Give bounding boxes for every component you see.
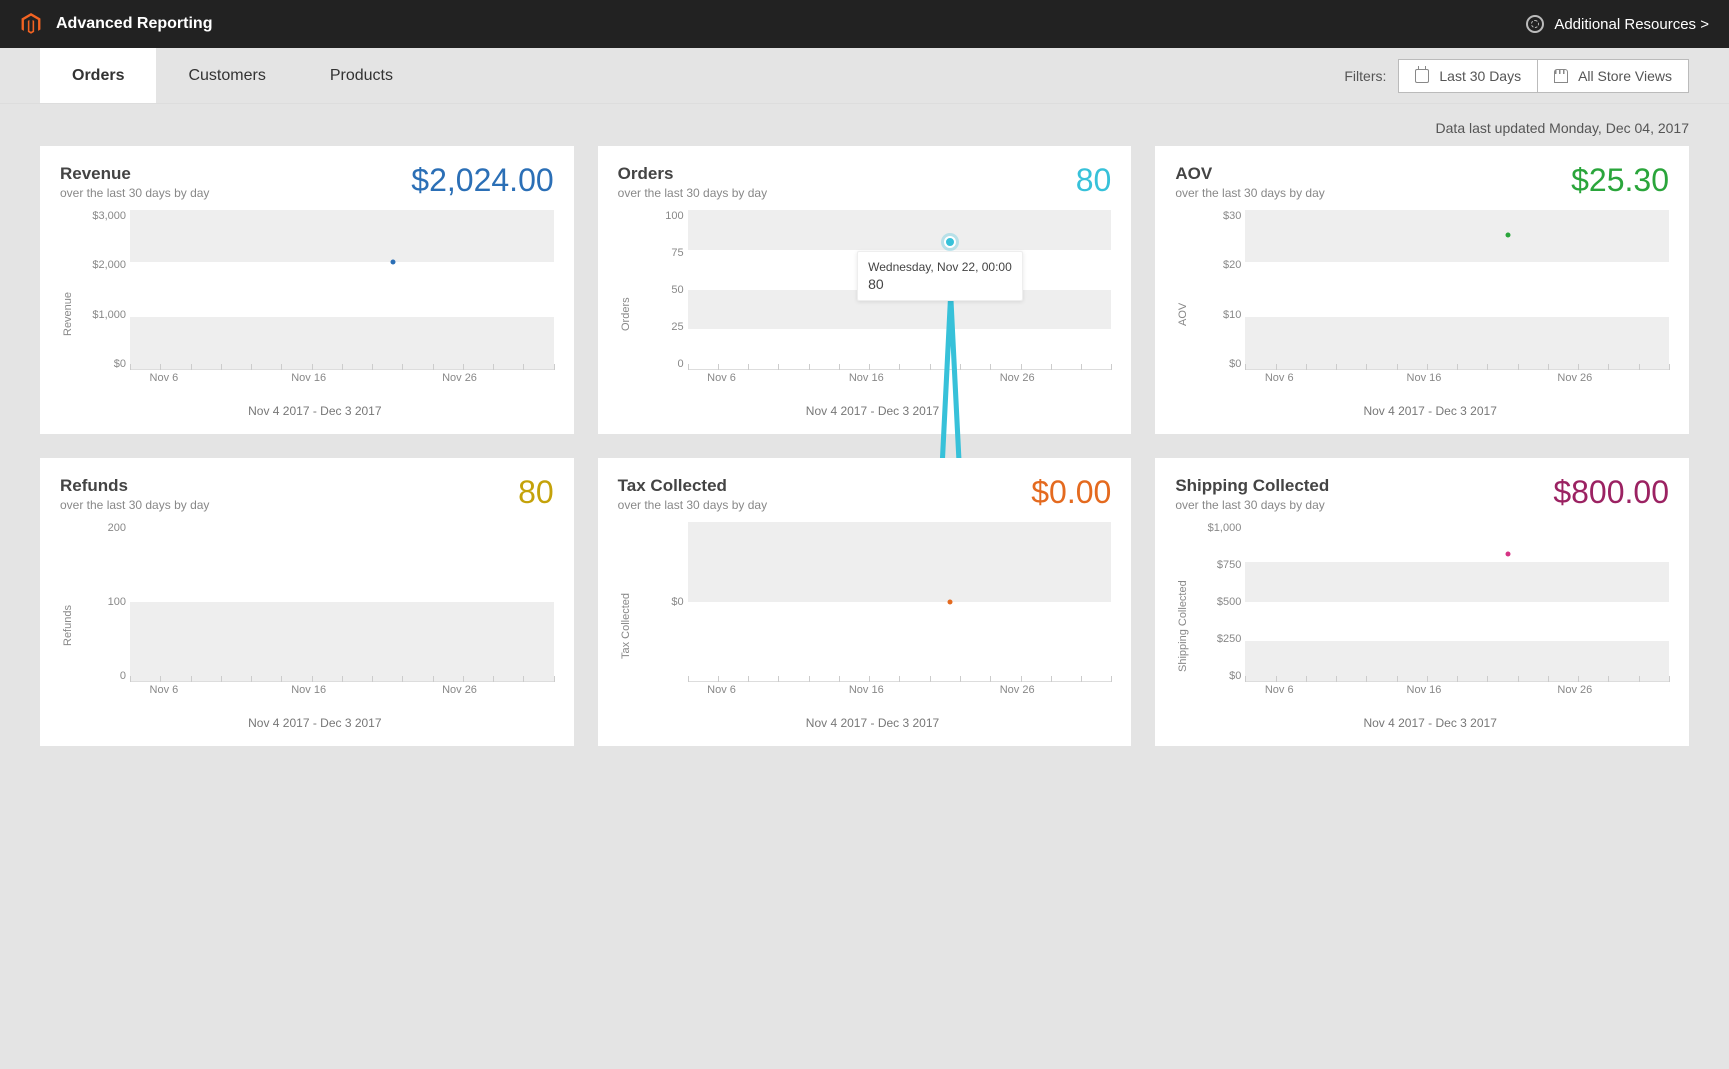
filters-label: Filters:: [1344, 68, 1386, 84]
card-orders-subtitle: over the last 30 days by day: [618, 186, 767, 200]
card-refunds-value: 80: [518, 476, 554, 508]
additional-resources-link[interactable]: Additional Resources >: [1526, 15, 1709, 33]
last-updated-text: Data last updated Monday, Dec 04, 2017: [0, 104, 1729, 146]
card-revenue-subtitle: over the last 30 days by day: [60, 186, 209, 200]
revenue-y-ticks: $3,000 $2,000 $1,000 $0: [82, 210, 126, 370]
revenue-chart[interactable]: $3,000 $2,000 $1,000 $0 Nov 6 Nov 16: [76, 210, 554, 418]
revenue-tickbar: [130, 364, 554, 370]
app-title: Advanced Reporting: [56, 15, 212, 33]
orders-y-ticks: 100 75 50 25 0: [640, 210, 684, 370]
shipping-chart-footer: Nov 4 2017 - Dec 3 2017: [1191, 716, 1669, 730]
tax-chart[interactable]: $0 Nov 6 Nov 16 Nov 26 Nov 4 2017 - Dec …: [634, 522, 1112, 730]
tabbar: Orders Customers Products Filters: Last …: [0, 48, 1729, 104]
shipping-y-ticks: $1,000 $750 $500 $250 $0: [1197, 522, 1241, 682]
orders-y-axis-label: Orders: [618, 210, 634, 418]
refunds-tickbar: [130, 676, 554, 682]
orders-tooltip-value: 80: [868, 276, 1012, 292]
tab-products[interactable]: Products: [298, 48, 425, 103]
card-orders: Orders over the last 30 days by day 80 O…: [598, 146, 1132, 434]
revenue-chart-footer: Nov 4 2017 - Dec 3 2017: [76, 404, 554, 418]
date-filter-label: Last 30 Days: [1439, 68, 1521, 84]
tax-x-ticks: Nov 6 Nov 16 Nov 26: [688, 684, 1112, 702]
aov-tickbar: [1245, 364, 1669, 370]
card-shipping-subtitle: over the last 30 days by day: [1175, 498, 1329, 512]
tab-customers[interactable]: Customers: [156, 48, 297, 103]
card-revenue-title: Revenue: [60, 164, 209, 184]
card-aov-value: $25.30: [1571, 164, 1669, 196]
store-icon: [1554, 69, 1568, 83]
date-filter-button[interactable]: Last 30 Days: [1398, 59, 1538, 93]
aov-chart[interactable]: $30 $20 $10 $0 Nov 6 Nov 16 Nov 26: [1191, 210, 1669, 418]
orders-plot-area: Wednesday, Nov 22, 00:00 80: [688, 210, 1112, 370]
orders-highlight-marker-icon: [941, 233, 959, 251]
refunds-chart[interactable]: 200 100 0 Nov 6 Nov 16 Nov 26 Nov 4 2017…: [76, 522, 554, 730]
card-refunds: Refunds over the last 30 days by day 80 …: [40, 458, 574, 746]
calendar-icon: [1415, 69, 1429, 83]
card-tax-subtitle: over the last 30 days by day: [618, 498, 767, 512]
cards-grid: Revenue over the last 30 days by day $2,…: [0, 146, 1729, 786]
card-aov-subtitle: over the last 30 days by day: [1175, 186, 1324, 200]
tabs: Orders Customers Products: [40, 48, 425, 103]
orders-tooltip-date: Wednesday, Nov 22, 00:00: [868, 260, 1012, 274]
revenue-y-axis-label: Revenue: [60, 210, 76, 418]
card-shipping-value: $800.00: [1553, 476, 1669, 508]
orders-tooltip: Wednesday, Nov 22, 00:00 80: [857, 251, 1023, 301]
store-filter-label: All Store Views: [1578, 68, 1672, 84]
magento-logo-icon: [20, 13, 42, 35]
revenue-plot-area: [130, 210, 554, 370]
card-revenue-value: $2,024.00: [411, 164, 553, 196]
revenue-x-ticks: Nov 6 Nov 16 Nov 26: [130, 372, 554, 390]
refunds-chart-footer: Nov 4 2017 - Dec 3 2017: [76, 716, 554, 730]
topbar: Advanced Reporting Additional Resources …: [0, 0, 1729, 48]
refunds-plot-area: [130, 522, 554, 682]
shipping-plot-area: [1245, 522, 1669, 682]
card-refunds-subtitle: over the last 30 days by day: [60, 498, 209, 512]
filters: Filters: Last 30 Days All Store Views: [1344, 59, 1689, 93]
orders-chart[interactable]: 100 75 50 25 0 Wednesda: [634, 210, 1112, 418]
shipping-y-axis-label: Shipping Collected: [1175, 522, 1191, 730]
tax-chart-footer: Nov 4 2017 - Dec 3 2017: [634, 716, 1112, 730]
aov-y-axis-label: AOV: [1175, 210, 1191, 418]
card-orders-title: Orders: [618, 164, 767, 184]
tax-y-axis-label: Tax Collected: [618, 522, 634, 730]
aov-plot-area: [1245, 210, 1669, 370]
shipping-tickbar: [1245, 676, 1669, 682]
orders-x-ticks: Nov 6 Nov 16 Nov 26: [688, 372, 1112, 390]
card-tax: Tax Collected over the last 30 days by d…: [598, 458, 1132, 746]
shipping-x-ticks: Nov 6 Nov 16 Nov 26: [1245, 684, 1669, 702]
aov-chart-footer: Nov 4 2017 - Dec 3 2017: [1191, 404, 1669, 418]
store-filter-button[interactable]: All Store Views: [1538, 59, 1689, 93]
card-tax-title: Tax Collected: [618, 476, 767, 496]
refunds-x-ticks: Nov 6 Nov 16 Nov 26: [130, 684, 554, 702]
aov-y-ticks: $30 $20 $10 $0: [1197, 210, 1241, 370]
card-orders-value: 80: [1076, 164, 1112, 196]
tax-tickbar: [688, 676, 1112, 682]
shipping-chart[interactable]: $1,000 $750 $500 $250 $0 Nov 6 Nov: [1191, 522, 1669, 730]
tab-orders[interactable]: Orders: [40, 48, 156, 103]
orders-tickbar: [688, 364, 1112, 370]
shipping-data-point: [1506, 551, 1511, 556]
card-revenue: Revenue over the last 30 days by day $2,…: [40, 146, 574, 434]
additional-resources-label: Additional Resources >: [1554, 16, 1709, 33]
revenue-data-point: [390, 260, 395, 265]
card-aov: AOV over the last 30 days by day $25.30 …: [1155, 146, 1689, 434]
tax-data-point: [948, 599, 953, 604]
card-tax-value: $0.00: [1031, 476, 1111, 508]
card-refunds-title: Refunds: [60, 476, 209, 496]
refunds-y-axis-label: Refunds: [60, 522, 76, 730]
aov-data-point: [1506, 233, 1511, 238]
tax-plot-area: [688, 522, 1112, 682]
aov-x-ticks: Nov 6 Nov 16 Nov 26: [1245, 372, 1669, 390]
tax-y-ticks: $0: [640, 522, 684, 682]
refunds-y-ticks: 200 100 0: [82, 522, 126, 682]
card-aov-title: AOV: [1175, 164, 1324, 184]
globe-icon: [1526, 15, 1544, 33]
card-shipping: Shipping Collected over the last 30 days…: [1155, 458, 1689, 746]
card-shipping-title: Shipping Collected: [1175, 476, 1329, 496]
topbar-left: Advanced Reporting: [20, 13, 212, 35]
